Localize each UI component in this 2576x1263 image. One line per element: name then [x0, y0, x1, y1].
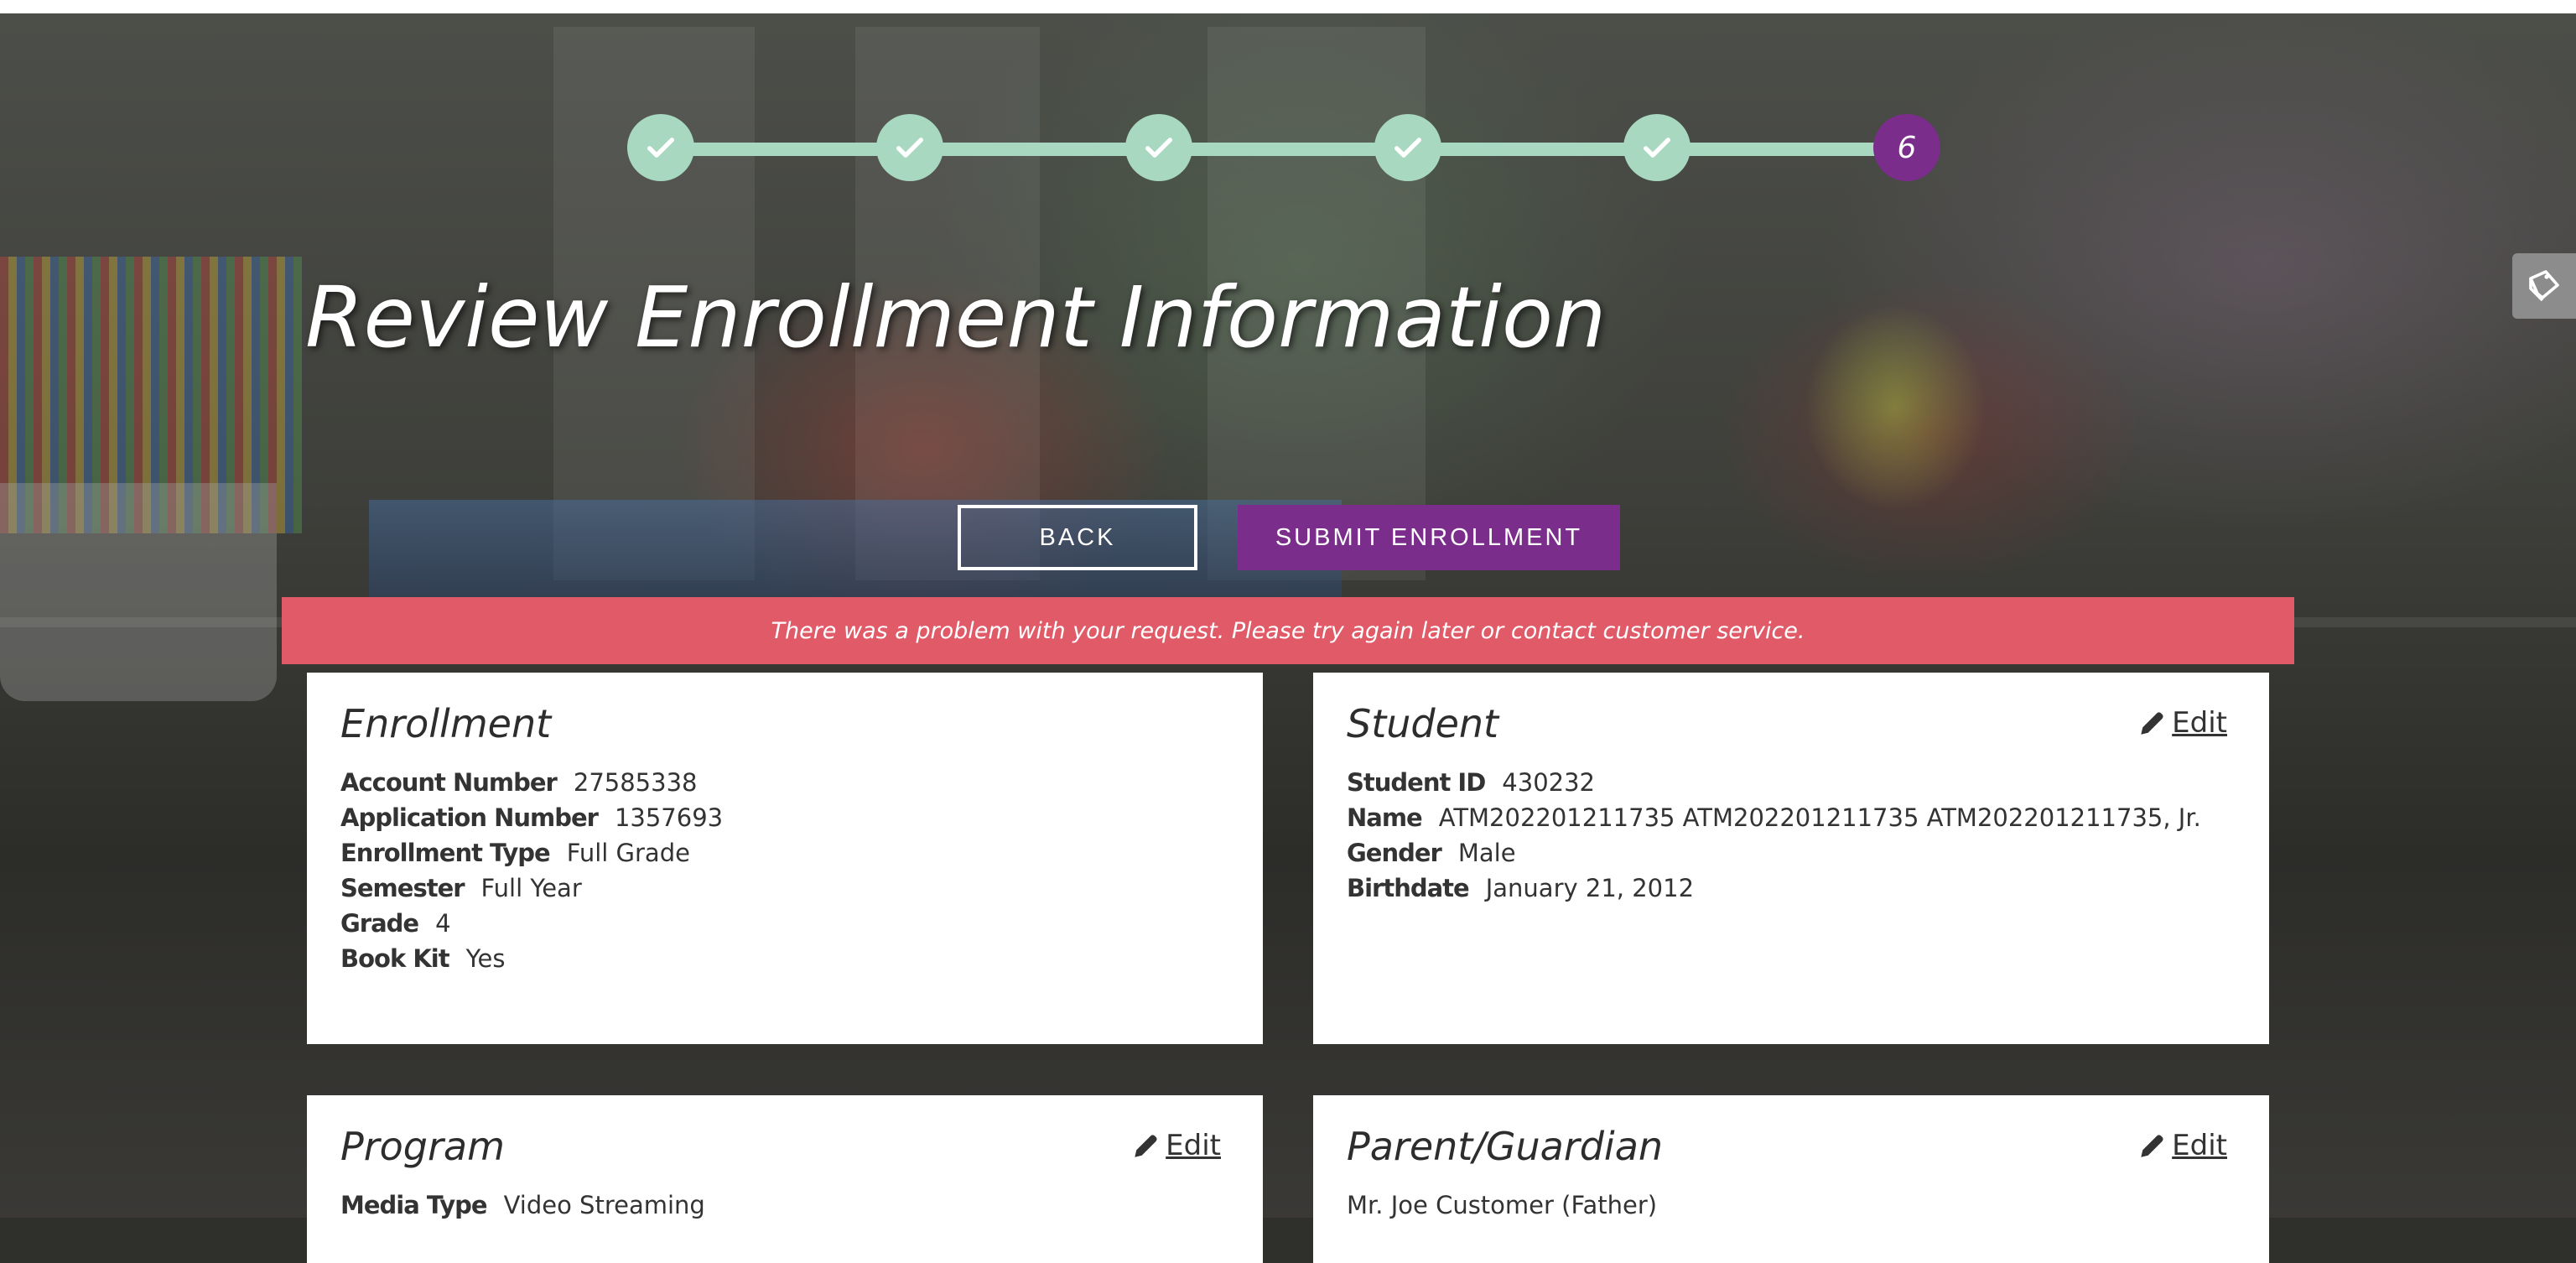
field-value: Yes	[465, 944, 506, 973]
field-book-kit: Book Kit Yes	[340, 941, 1229, 976]
field-label: Enrollment Type	[340, 839, 551, 867]
stepper-track	[661, 143, 1907, 156]
parent-guardian-card-title: Parent/Guardian	[1347, 1124, 1664, 1169]
edit-student-link[interactable]: Edit	[2138, 706, 2227, 740]
check-icon	[1145, 138, 1172, 158]
back-button[interactable]: BACK	[958, 505, 1197, 570]
parent-guardian-card: Parent/Guardian Edit Mr. Joe Customer (F…	[1313, 1095, 2269, 1263]
field-value: Full Grade	[566, 839, 690, 867]
page-title: Review Enrollment Information	[305, 268, 1607, 366]
error-alert: There was a problem with your request. P…	[282, 597, 2294, 664]
field-label: Gender	[1347, 839, 1442, 867]
field-account-number: Account Number 27585338	[340, 765, 1229, 800]
progress-stepper: 6	[627, 114, 1942, 181]
step-2-complete	[876, 114, 943, 181]
program-card-title: Program	[340, 1124, 505, 1169]
edit-label: Edit	[1166, 1129, 1221, 1162]
field-grade: Grade 4	[340, 906, 1229, 941]
pencil-icon	[1135, 1135, 1157, 1157]
student-card-title: Student	[1347, 701, 1499, 746]
step-number: 6	[1897, 130, 1917, 165]
enrollment-card-title: Enrollment	[340, 701, 552, 746]
field-label: Application Number	[340, 803, 599, 832]
check-icon	[896, 138, 923, 158]
field-value: Video Streaming	[503, 1191, 705, 1219]
step-3-complete	[1125, 114, 1192, 181]
field-label: Account Number	[340, 768, 558, 797]
edit-label: Edit	[2172, 706, 2227, 740]
student-card: Student Edit Student ID 430232 Name ATM202…	[1313, 673, 2269, 1044]
field-student-id: Student ID 430232	[1347, 765, 2236, 800]
check-icon	[1644, 138, 1670, 158]
field-label: Grade	[340, 909, 419, 938]
error-alert-message: There was a problem with your request. P…	[771, 617, 1805, 644]
field-name: Name ATM202201211735 ATM202201211735 ATM2…	[1347, 800, 2236, 835]
edit-program-link[interactable]: Edit	[1132, 1129, 1221, 1162]
field-gender: Gender Male	[1347, 835, 2236, 871]
pencil-icon	[2141, 712, 2163, 735]
bucket-decoration	[0, 483, 277, 701]
step-4-complete	[1374, 114, 1441, 181]
field-application-number: Application Number 1357693	[340, 800, 1229, 835]
submit-enrollment-button[interactable]: SUBMIT ENROLLMENT	[1238, 505, 1620, 570]
field-value: January 21, 2012	[1485, 874, 1695, 902]
field-label: Semester	[340, 874, 465, 902]
field-birthdate: Birthdate January 21, 2012	[1347, 871, 2236, 906]
edit-label: Edit	[2172, 1129, 2227, 1162]
check-icon	[1394, 138, 1421, 158]
field-semester: Semester Full Year	[340, 871, 1229, 906]
field-value: 430232	[1502, 768, 1596, 797]
field-value: Full Year	[480, 874, 582, 902]
enrollment-card: Enrollment Account Number 27585338 Applic…	[307, 673, 1263, 1044]
pencil-icon	[2141, 1135, 2163, 1157]
field-value: 1357693	[614, 803, 724, 832]
field-label: Book Kit	[340, 944, 450, 973]
edit-parent-guardian-link[interactable]: Edit	[2138, 1129, 2227, 1162]
field-label: Media Type	[340, 1191, 488, 1219]
field-label: Birthdate	[1347, 874, 1470, 902]
feedback-tab[interactable]	[2512, 253, 2576, 319]
field-enrollment-type: Enrollment Type Full Grade	[340, 835, 1229, 871]
field-value: 4	[435, 909, 451, 938]
step-5-complete	[1623, 114, 1690, 181]
field-label: Name	[1347, 803, 1423, 832]
top-bar	[0, 0, 2576, 13]
field-label: Student ID	[1347, 768, 1486, 797]
field-value: Male	[1457, 839, 1516, 867]
step-6-current: 6	[1873, 114, 1940, 181]
feedback-icon	[2529, 270, 2559, 302]
program-card: Program Edit Media Type Video Streaming	[307, 1095, 1263, 1263]
field-value: ATM202201211735 ATM202201211735 ATM20220…	[1438, 803, 2201, 832]
field-value: 27585338	[573, 768, 698, 797]
step-1-complete	[627, 114, 694, 181]
check-icon	[647, 138, 674, 158]
